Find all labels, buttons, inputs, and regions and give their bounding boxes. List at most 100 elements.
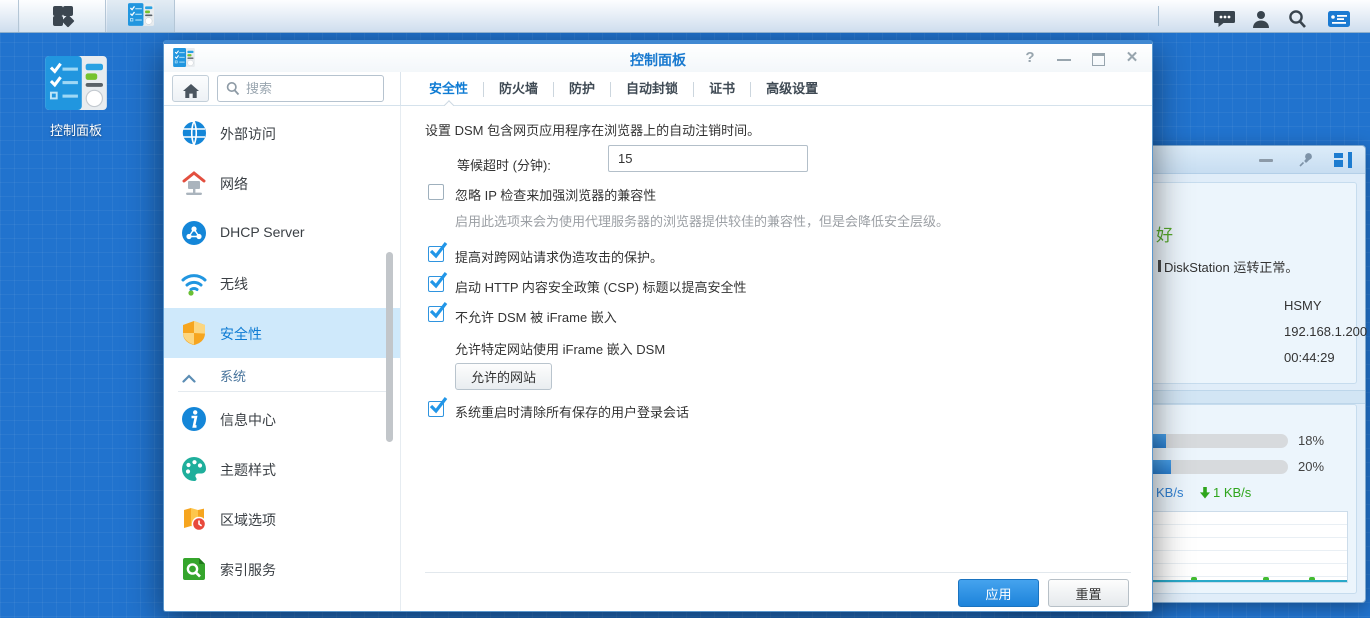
sidebar-section-system[interactable]: 系统 [164, 361, 401, 389]
sidebar-item-regional-options[interactable]: 区域选项 [164, 494, 401, 544]
control-panel-icon [128, 3, 154, 26]
user-menu-button[interactable] [1244, 0, 1278, 32]
download-speed: 1 KB/s [1200, 485, 1251, 500]
sidebar-item-partial[interactable] [164, 594, 401, 611]
info-center-icon [181, 406, 207, 432]
subheader-divider [400, 72, 401, 105]
reset-button[interactable]: 重置 [1048, 579, 1129, 607]
tab-auto-block[interactable]: 自动封锁 [611, 72, 693, 106]
sidebar-item-theme[interactable]: 主题样式 [164, 444, 401, 494]
search-button[interactable] [1280, 0, 1314, 32]
sidebar-item-security[interactable]: 安全性 [164, 308, 401, 358]
chart-bump [1263, 577, 1269, 580]
csrf-checkbox[interactable] [428, 246, 444, 262]
download-arrow-icon [1200, 487, 1210, 499]
server-name-value: HSMY [1284, 298, 1322, 313]
taskbar-control-panel-button[interactable] [107, 0, 175, 32]
sidebar-search [217, 75, 384, 102]
search-input[interactable] [246, 77, 376, 100]
apply-button[interactable]: 应用 [958, 579, 1039, 607]
maximize-button[interactable] [1088, 48, 1108, 68]
upload-speed: KB/s [1156, 485, 1183, 500]
sidebar-item-indexing-service[interactable]: 索引服务 [164, 544, 401, 594]
notifications-button[interactable] [1208, 0, 1242, 32]
sidebar: 外部访问 网络 [164, 106, 401, 611]
tab-certificate[interactable]: 证书 [694, 72, 750, 106]
minimize-button[interactable] [1054, 48, 1074, 68]
globe-icon [181, 120, 207, 146]
tray-divider [1158, 6, 1159, 26]
window-title: 控制面板 [164, 50, 1152, 70]
cpu-usage-percent: 18% [1298, 433, 1324, 448]
widgets-icon [1327, 9, 1351, 29]
close-button[interactable]: ✕ [1122, 48, 1142, 68]
allowed-sites-button[interactable]: 允许的网站 [455, 363, 552, 390]
ignore-ip-label: 忽略 IP 检查来加强浏览器的兼容性 [455, 185, 656, 204]
security-panel: 设置 DSM 包含网页应用程序在浏览器上的自动注销时间。 等候超时 (分钟): … [401, 106, 1152, 611]
chevron-up-icon [182, 370, 196, 388]
search-icon [1287, 9, 1307, 29]
widgets-toggle-button[interactable] [1322, 0, 1356, 32]
user-icon [1251, 9, 1271, 29]
chat-icon [1214, 9, 1236, 29]
panel-intro-text: 设置 DSM 包含网页应用程序在浏览器上的自动注销时间。 [425, 120, 760, 139]
indexing-service-icon [181, 556, 207, 582]
iframe-sub-label: 允许特定网站使用 iFrame 嵌入 DSM [455, 339, 665, 358]
uptime-value: 00:44:29 [1284, 350, 1335, 365]
help-button[interactable]: ? [1020, 48, 1040, 68]
widget-layout-icon[interactable] [1334, 152, 1352, 168]
control-panel-icon [45, 56, 107, 110]
window-controls: ? ✕ [1020, 47, 1142, 69]
status-headline: 好 [1156, 221, 1173, 246]
window-subheader: 安全性 防火墙 防护 自动封锁 证书 高级设置 [164, 72, 1152, 106]
sidebar-item-dhcp-server[interactable]: DHCP Server [164, 208, 401, 258]
sidebar-scrollbar-thumb[interactable] [386, 252, 393, 442]
iframe-checkbox[interactable] [428, 306, 444, 322]
tab-firewall[interactable]: 防火墙 [484, 72, 553, 106]
chart-bump [1191, 577, 1197, 580]
main-menu-button[interactable] [20, 0, 106, 32]
chart-bump [1309, 577, 1315, 580]
taskbar [0, 0, 1370, 33]
iframe-label: 不允许 DSM 被 iFrame 嵌入 [455, 307, 617, 326]
csp-checkbox[interactable] [428, 276, 444, 292]
ignore-ip-checkbox[interactable] [428, 184, 444, 200]
sidebar-divider [178, 391, 386, 392]
window-titlebar: 控制面板 ? ✕ [164, 44, 1152, 72]
desktop-icon-control-panel[interactable]: 控制面板 [38, 56, 114, 139]
sidebar-item-network[interactable]: 网络 [164, 158, 401, 208]
clipped-text-fragment [1158, 260, 1161, 272]
footer-separator [425, 572, 1131, 573]
control-panel-window: 控制面板 ? ✕ 安全性 [163, 40, 1153, 612]
tab-protection[interactable]: 防护 [554, 72, 610, 106]
desktop-icon-label: 控制面板 [38, 120, 114, 139]
theme-palette-icon [181, 456, 207, 482]
timeout-input[interactable] [608, 145, 808, 172]
sidebar-item-info-center[interactable]: 信息中心 [164, 394, 401, 444]
search-icon [225, 81, 240, 96]
taskbar-left-slot [0, 0, 19, 32]
clear-sessions-checkbox[interactable] [428, 401, 444, 417]
partial-item-icon [181, 610, 207, 611]
widget-minimize-icon[interactable] [1259, 159, 1273, 162]
home-button[interactable] [172, 75, 209, 102]
sidebar-item-external-access[interactable]: 外部访问 [164, 108, 401, 158]
dhcp-server-icon [181, 220, 207, 246]
clear-sessions-label: 系统重启时清除所有保存的用户登录会话 [455, 402, 689, 421]
security-shield-icon [181, 320, 207, 346]
compatibility-note: 启用此选项来会为使用代理服务器的浏览器提供较佳的兼容性，但是会降低安全层级。 [455, 211, 949, 230]
pin-icon[interactable] [1298, 151, 1315, 173]
csp-label: 启动 HTTP 内容安全政策 (CSP) 标题以提高安全性 [455, 277, 747, 296]
status-message: DiskStation 运转正常。 [1164, 257, 1298, 276]
sidebar-item-wireless[interactable]: 无线 [164, 258, 401, 308]
csrf-label: 提高对跨网站请求伪造攻击的保护。 [455, 247, 663, 266]
timeout-label: 等候超时 (分钟): [457, 155, 551, 174]
tab-advanced[interactable]: 高级设置 [751, 72, 833, 106]
network-home-icon [181, 170, 207, 196]
ip-address-value: 192.168.1.200 [1284, 324, 1367, 339]
wireless-icon [181, 270, 207, 296]
ram-usage-percent: 20% [1298, 459, 1324, 474]
desktop: 控制面板 好 DiskStation 运转正常。 HSMY 192.16 [0, 0, 1370, 618]
tab-security[interactable]: 安全性 [414, 72, 483, 106]
tab-bar: 安全性 防火墙 防护 自动封锁 证书 高级设置 [414, 72, 833, 106]
